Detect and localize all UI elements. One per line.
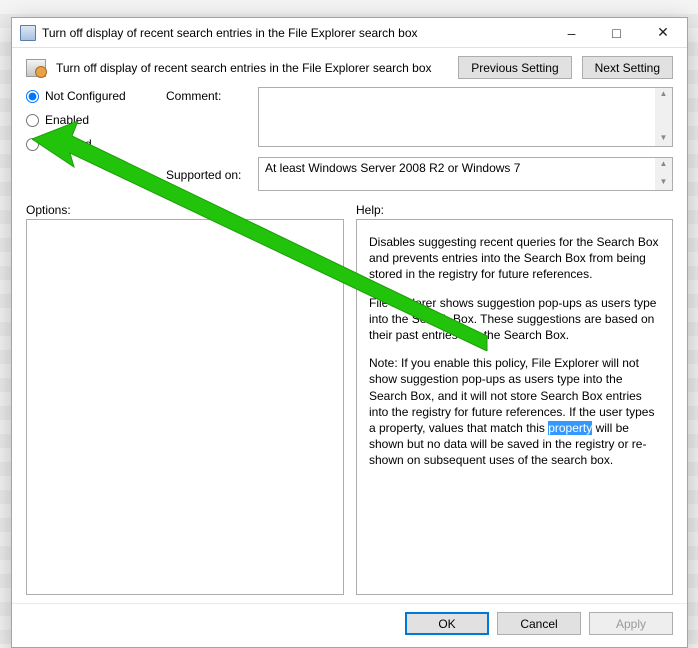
radio-not-configured-input[interactable] [26,90,39,103]
close-button[interactable]: ✕ [639,19,687,47]
supported-row: Supported on: At least Windows Server 20… [166,157,673,191]
apply-button: Apply [589,612,673,635]
radio-disabled[interactable]: Disabled [26,137,156,151]
policy-description: Turn off display of recent search entrie… [56,61,448,75]
maximize-button[interactable]: □ [594,19,639,47]
state-radio-group: Not Configured Enabled Disabled [26,87,156,191]
radio-not-configured-label: Not Configured [45,89,126,103]
supported-scrollbar[interactable]: ▲▼ [655,158,672,190]
help-para-3: Note: If you enable this policy, File Ex… [369,355,660,468]
policy-dialog: Turn off display of recent search entrie… [11,17,688,648]
options-label: Options: [26,203,344,217]
help-p3-highlight: property [548,421,592,435]
next-setting-button[interactable]: Next Setting [582,56,673,79]
cancel-button[interactable]: Cancel [497,612,581,635]
radio-enabled-input[interactable] [26,114,39,127]
options-pane [26,219,344,595]
supported-value: At least Windows Server 2008 R2 or Windo… [259,158,655,178]
policy-item-icon [26,59,46,77]
radio-disabled-label: Disabled [45,137,92,151]
supported-label: Supported on: [166,166,250,182]
comment-field-wrap: ▲▼ [258,87,673,147]
dialog-buttons: OK Cancel Apply [12,603,687,647]
comment-scrollbar[interactable]: ▲▼ [655,88,672,146]
radio-enabled-label: Enabled [45,113,89,127]
policy-app-icon [20,25,36,41]
comment-textarea[interactable] [259,88,655,146]
help-para-2: File Explorer shows suggestion pop-ups a… [369,295,660,344]
fields-column: Comment: ▲▼ Supported on: At least Windo… [166,87,673,191]
ok-button[interactable]: OK [405,612,489,635]
minimize-button[interactable]: – [549,19,594,47]
radio-not-configured[interactable]: Not Configured [26,89,156,103]
radio-enabled[interactable]: Enabled [26,113,156,127]
window-title: Turn off display of recent search entrie… [42,26,418,40]
panes: Disables suggesting recent queries for t… [12,217,687,603]
help-pane: Disables suggesting recent queries for t… [356,219,673,595]
supported-field-wrap: At least Windows Server 2008 R2 or Windo… [258,157,673,191]
config-row: Not Configured Enabled Disabled Comment:… [12,87,687,197]
help-para-1: Disables suggesting recent queries for t… [369,234,660,283]
help-label: Help: [356,203,384,217]
pane-labels: Options: Help: [12,197,687,217]
previous-setting-button[interactable]: Previous Setting [458,56,571,79]
radio-disabled-input[interactable] [26,138,39,151]
titlebar[interactable]: Turn off display of recent search entrie… [12,18,687,48]
comment-row: Comment: ▲▼ [166,87,673,147]
comment-label: Comment: [166,87,250,103]
subheader: Turn off display of recent search entrie… [12,48,687,87]
